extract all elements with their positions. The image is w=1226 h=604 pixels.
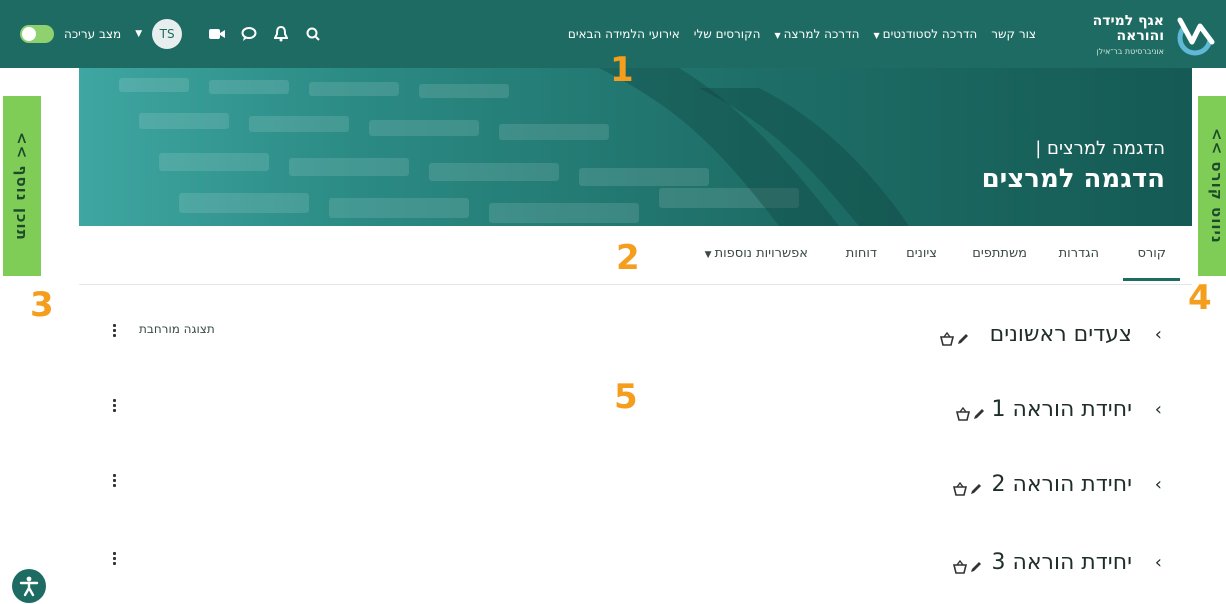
course-title: הדגמה למרצים xyxy=(981,164,1165,194)
expanded-view-link[interactable]: תצוגה מורחבת xyxy=(139,322,215,336)
nav-contact[interactable]: צור קשר xyxy=(991,27,1036,41)
nav-link-label: צור קשר xyxy=(991,27,1036,41)
chevron-left-icon[interactable]: ‹ xyxy=(1155,324,1162,345)
brand-text: אגף למידה והוראה אוניברסיטת בר־אילן xyxy=(1092,13,1164,57)
tab-settings[interactable]: הגדרות xyxy=(1059,246,1099,261)
course-section: ‹ יחידת הוראה 2 xyxy=(79,472,1192,512)
kebab-menu-icon[interactable] xyxy=(111,399,117,417)
chevron-down-icon[interactable]: ▼ xyxy=(135,29,142,39)
video-icon[interactable] xyxy=(206,23,228,45)
nav-student-guide[interactable]: הדרכה לסטודנטים▼ xyxy=(873,27,977,41)
tab-more-options[interactable]: אפשרויות נוספות▼ xyxy=(705,246,808,261)
additional-content-tab[interactable]: תוכן נוסף >> xyxy=(3,96,41,276)
kebab-menu-icon[interactable] xyxy=(111,474,117,492)
section-title[interactable]: יחידת הוראה 1 xyxy=(991,397,1132,422)
toggle-knob xyxy=(22,27,36,41)
pencil-icon[interactable] xyxy=(973,408,985,420)
tab-grades[interactable]: ציונים xyxy=(906,246,937,261)
kebab-menu-icon[interactable] xyxy=(111,552,117,570)
course-banner: הדגמה למרצים | הדגמה למרצים xyxy=(79,68,1192,226)
nav-link-label: הדרכה למרצה xyxy=(783,27,860,41)
basket-icon[interactable] xyxy=(952,482,968,496)
course-section: ‹ יחידת הוראה 1 xyxy=(79,397,1192,437)
annotation-2: 2 xyxy=(616,238,640,278)
section-tools xyxy=(955,407,985,421)
course-section: ‹ צעדים ראשונים תצוגה מורחבת xyxy=(79,322,1192,362)
course-section: ‹ יחידת הוראה 3 xyxy=(79,550,1192,590)
pencil-icon[interactable] xyxy=(970,483,982,495)
pencil-icon[interactable] xyxy=(957,333,969,345)
annotation-3: 3 xyxy=(30,285,54,325)
section-title[interactable]: יחידת הוראה 2 xyxy=(991,472,1132,497)
section-tools xyxy=(939,332,969,346)
nav-lecturer-guide[interactable]: הדרכה למרצה▼ xyxy=(774,27,859,41)
edit-mode-toggle[interactable] xyxy=(20,25,54,43)
chevron-down-icon: ▼ xyxy=(873,31,880,40)
university-logo-icon xyxy=(1172,12,1218,58)
pencil-icon[interactable] xyxy=(970,561,982,573)
nav-link-label: הדרכה לסטודנטים xyxy=(882,27,978,41)
bell-icon[interactable] xyxy=(270,23,292,45)
chevron-left-icon[interactable]: ‹ xyxy=(1155,552,1162,573)
annotation-1: 1 xyxy=(610,50,634,90)
avatar[interactable]: TS xyxy=(152,19,183,49)
brand-line2: והוראה xyxy=(1116,28,1164,44)
nav-tools: מצב עריכה ▼ TS xyxy=(20,0,324,68)
chevron-left-icon[interactable]: ‹ xyxy=(1155,399,1162,420)
basket-icon[interactable] xyxy=(955,407,971,421)
tab-participants[interactable]: משתתפים xyxy=(972,246,1027,261)
nav-link-label: הקורסים שלי xyxy=(693,27,761,41)
nav-my-courses[interactable]: הקורסים שלי xyxy=(694,27,761,41)
chat-icon[interactable] xyxy=(238,23,260,45)
section-title[interactable]: צעדים ראשונים xyxy=(990,322,1132,347)
section-title[interactable]: יחידת הוראה 3 xyxy=(991,550,1132,575)
basket-icon[interactable] xyxy=(952,560,968,574)
tab-more-label: אפשרויות נוספות xyxy=(714,246,808,261)
nav-link-label: אירועי הלמידה הבאים xyxy=(567,27,680,41)
course-subtitle: הדגמה למרצים | xyxy=(1035,138,1165,159)
main-nav: אירועי הלמידה הבאים הקורסים שלי הדרכה למ… xyxy=(568,0,1036,68)
edit-mode-label: מצב עריכה xyxy=(64,27,122,41)
brand-line3: אוניברסיטת בר־אילן xyxy=(1096,47,1164,56)
nav-upcoming-events[interactable]: אירועי הלמידה הבאים xyxy=(568,27,680,41)
basket-icon[interactable] xyxy=(939,332,955,346)
accessibility-icon[interactable] xyxy=(12,569,46,603)
section-tools xyxy=(952,560,982,574)
search-icon[interactable] xyxy=(302,23,324,45)
chevron-down-icon: ▼ xyxy=(774,31,781,40)
chevron-left-icon[interactable]: ‹ xyxy=(1155,474,1162,495)
tab-reports[interactable]: דוחות xyxy=(846,246,877,261)
annotation-4: 4 xyxy=(1188,278,1212,318)
chevron-down-icon: ▼ xyxy=(704,250,712,260)
keyboard-background xyxy=(119,68,909,226)
course-navigation-tab[interactable]: ניווט קורס >> xyxy=(1198,96,1226,276)
brand[interactable]: אגף למידה והוראה אוניברסיטת בר־אילן xyxy=(1093,7,1218,63)
brand-line1: אגף למידה xyxy=(1092,13,1164,29)
section-tools xyxy=(952,482,982,496)
kebab-menu-icon[interactable] xyxy=(111,324,117,342)
tab-course[interactable]: קורס xyxy=(1123,246,1180,281)
